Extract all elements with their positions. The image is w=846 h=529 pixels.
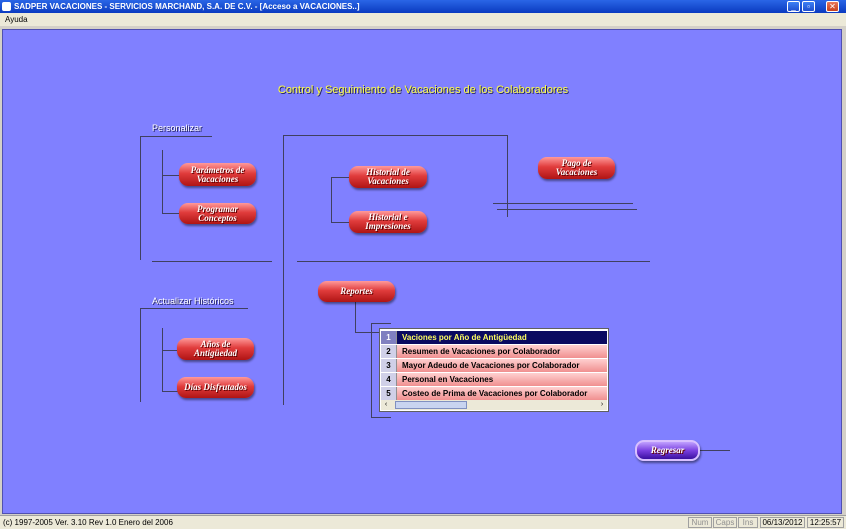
connector-line — [162, 175, 180, 176]
list-item[interactable]: 4 Personal en Vacaciones — [381, 373, 607, 386]
restore-button[interactable]: ▫ — [802, 1, 815, 12]
connector-line — [140, 308, 141, 402]
window-titlebar: SADPER VACACIONES - SERVICIOS MARCHAND, … — [0, 0, 846, 13]
historial-vacaciones-button[interactable]: Historial de Vacaciones — [349, 166, 427, 188]
connector-line — [140, 136, 141, 260]
connector-line — [152, 261, 272, 262]
parametros-vacaciones-button[interactable]: Parámetros de Vacaciones — [179, 163, 256, 186]
list-item[interactable]: 3 Mayor Adeudo de Vacaciones por Colabor… — [381, 359, 607, 372]
minimize-button[interactable]: _ — [787, 1, 800, 12]
status-bar: (c) 1997-2005 Ver. 3.10 Rev 1.0 Enero de… — [0, 515, 846, 529]
list-item-label: Personal en Vacaciones — [397, 373, 607, 386]
workspace — [2, 29, 842, 514]
actualizar-historicos-label: Actualizar Históricos — [152, 296, 234, 306]
status-ins: Ins — [738, 517, 758, 528]
list-item-number: 3 — [381, 359, 397, 372]
dias-disfrutados-button[interactable]: Días Disfrutados — [177, 377, 254, 398]
connector-line — [371, 323, 372, 418]
connector-line — [162, 391, 178, 392]
app-icon — [2, 2, 11, 11]
connector-line — [162, 350, 178, 351]
connector-line — [140, 136, 212, 137]
connector-line — [507, 135, 508, 217]
scroll-right-icon[interactable]: › — [597, 400, 607, 410]
list-item[interactable]: 1 Vaciones por Año de Antigüedad — [381, 331, 607, 344]
historial-impresiones-button[interactable]: Historial e Impresiones — [349, 211, 427, 233]
anios-antiguedad-button[interactable]: Años de Antigüedad — [177, 338, 254, 360]
connector-line — [162, 150, 163, 214]
status-time: 12:25:57 — [807, 517, 844, 528]
connector-line — [355, 332, 379, 333]
list-item-number: 2 — [381, 345, 397, 358]
connector-line — [331, 177, 332, 223]
connector-line — [331, 222, 349, 223]
menu-ayuda[interactable]: Ayuda — [5, 13, 28, 26]
list-item-label: Resumen de Vacaciones por Colaborador — [397, 345, 607, 358]
connector-line — [493, 203, 633, 204]
list-item-label: Costeo de Prima de Vacaciones por Colabo… — [397, 387, 607, 400]
list-item-label: Mayor Adeudo de Vacaciones por Colaborad… — [397, 359, 607, 372]
connector-line — [331, 177, 349, 178]
programar-conceptos-button[interactable]: Programar Conceptos — [179, 203, 256, 224]
connector-line — [140, 308, 248, 309]
status-date: 06/13/2012 — [760, 517, 805, 528]
list-item-label: Vaciones por Año de Antigüedad — [397, 331, 607, 344]
connector-line — [162, 328, 163, 392]
scroll-left-icon[interactable]: ‹ — [381, 400, 391, 410]
connector-line — [162, 213, 180, 214]
connector-line — [283, 135, 508, 136]
scrollbar-thumb[interactable] — [395, 401, 467, 409]
connector-line — [297, 261, 650, 262]
connector-line — [355, 302, 356, 332]
regresar-button[interactable]: Regresar — [635, 440, 700, 461]
list-item-number: 1 — [381, 331, 397, 344]
horizontal-scrollbar[interactable]: ‹ › — [381, 400, 607, 410]
connector-line — [700, 450, 730, 451]
status-caps: Caps — [713, 517, 737, 528]
connector-line — [283, 135, 284, 405]
close-button[interactable]: ✕ — [826, 1, 839, 12]
menu-bar: Ayuda — [0, 13, 846, 26]
status-copyright: (c) 1997-2005 Ver. 3.10 Rev 1.0 Enero de… — [3, 518, 173, 527]
list-item[interactable]: 2 Resumen de Vacaciones por Colaborador — [381, 345, 607, 358]
window-title: SADPER VACACIONES - SERVICIOS MARCHAND, … — [14, 2, 360, 11]
connector-line — [371, 323, 391, 324]
reportes-button[interactable]: Reportes — [318, 281, 395, 302]
status-num: Num — [688, 517, 712, 528]
connector-line — [497, 209, 637, 210]
list-item-number: 5 — [381, 387, 397, 400]
list-item[interactable]: 5 Costeo de Prima de Vacaciones por Cola… — [381, 387, 607, 400]
page-title: Control y Seguimiento de Vacaciones de l… — [277, 84, 569, 96]
connector-line — [371, 417, 391, 418]
reports-list[interactable]: 1 Vaciones por Año de Antigüedad 2 Resum… — [379, 328, 609, 412]
personalizar-label: Personalizar — [152, 123, 203, 133]
list-item-number: 4 — [381, 373, 397, 386]
pago-vacaciones-button[interactable]: Pago de Vacaciones — [538, 157, 615, 179]
